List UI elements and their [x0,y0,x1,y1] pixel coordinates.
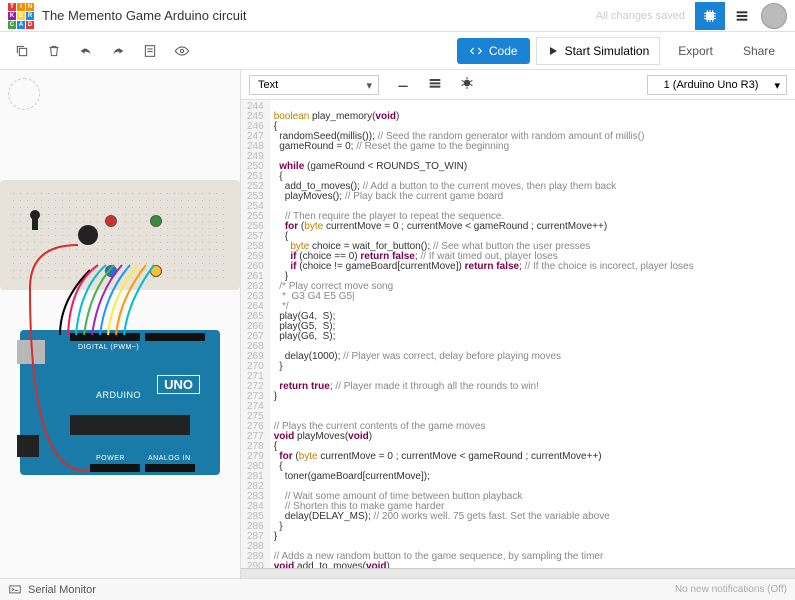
digital-pin-header-2 [145,333,205,341]
libraries-icon[interactable] [419,71,451,98]
microcontroller-chip [70,415,190,435]
copy-icon[interactable] [8,37,36,65]
analog-pin-header [145,464,195,472]
usb-port [17,340,45,364]
arduino-uno-component[interactable]: DIGITAL (PWM~) UNO ARDUINO POWER ANALOG … [20,330,220,475]
piezo-buzzer[interactable] [78,225,98,245]
redo-icon[interactable] [104,37,132,65]
export-button[interactable]: Export [666,38,725,64]
breadboard-component[interactable] [0,180,240,290]
serial-monitor-label: Serial Monitor [28,584,96,596]
code-panel: Text 1 (Arduino Uno R3) 2442452462472482… [240,70,795,578]
digital-pin-header [70,333,140,341]
digital-pins-label: DIGITAL (PWM~) [78,344,139,351]
horizontal-scrollbar[interactable] [241,568,795,578]
delete-icon[interactable] [40,37,68,65]
share-button[interactable]: Share [731,38,787,64]
serial-monitor-icon [8,583,22,597]
power-pins-label: POWER [96,455,125,462]
main-toolbar: Code Start Simulation Export Share [0,32,795,70]
transistor-component[interactable] [30,210,40,220]
components-panel-icon[interactable] [695,2,725,30]
start-simulation-button[interactable]: Start Simulation [536,37,661,65]
tinkercad-logo[interactable]: TINKERCAD [8,3,34,29]
analog-pins-label: ANALOG IN [148,455,191,462]
code-button-label: Code [489,44,518,58]
download-code-icon[interactable] [387,71,419,98]
start-simulation-label: Start Simulation [565,44,650,58]
code-content[interactable]: boolean play_memory(void){ randomSeed(mi… [270,100,795,568]
debugger-icon[interactable] [451,71,483,98]
uno-board-label: UNO [157,375,200,394]
notifications-status: No new notifications (Off) [675,584,787,595]
arduino-brand-label: ARDUINO [96,390,141,400]
code-toolbar: Text 1 (Arduino Uno R3) [241,70,795,100]
power-pin-header [90,464,140,472]
led-blue[interactable] [105,265,117,277]
notes-icon[interactable] [136,37,164,65]
power-jack [17,435,39,457]
circuit-canvas[interactable]: DIGITAL (PWM~) UNO ARDUINO POWER ANALOG … [0,70,240,578]
line-number-gutter: 2442452462472482492502512522532542552562… [241,100,270,568]
led-red[interactable] [105,215,117,227]
board-select[interactable]: 1 (Arduino Uno R3) [647,75,787,95]
serial-monitor-bar[interactable]: Serial Monitor No new notifications (Off… [0,578,795,600]
list-view-icon[interactable] [727,2,757,30]
view-rotate-control[interactable] [8,78,40,110]
led-green[interactable] [150,215,162,227]
undo-icon[interactable] [72,37,100,65]
wires-overlay [0,70,240,570]
code-editor[interactable]: 2442452462472482492502512522532542552562… [241,100,795,568]
visibility-icon[interactable] [168,37,196,65]
user-avatar[interactable] [761,3,787,29]
save-status: All changes saved [596,10,685,22]
led-yellow[interactable] [150,265,162,277]
code-button[interactable]: Code [457,38,530,64]
code-mode-select[interactable]: Text [249,75,379,95]
app-header: TINKERCAD The Memento Game Arduino circu… [0,0,795,32]
project-title[interactable]: The Memento Game Arduino circuit [42,8,596,23]
